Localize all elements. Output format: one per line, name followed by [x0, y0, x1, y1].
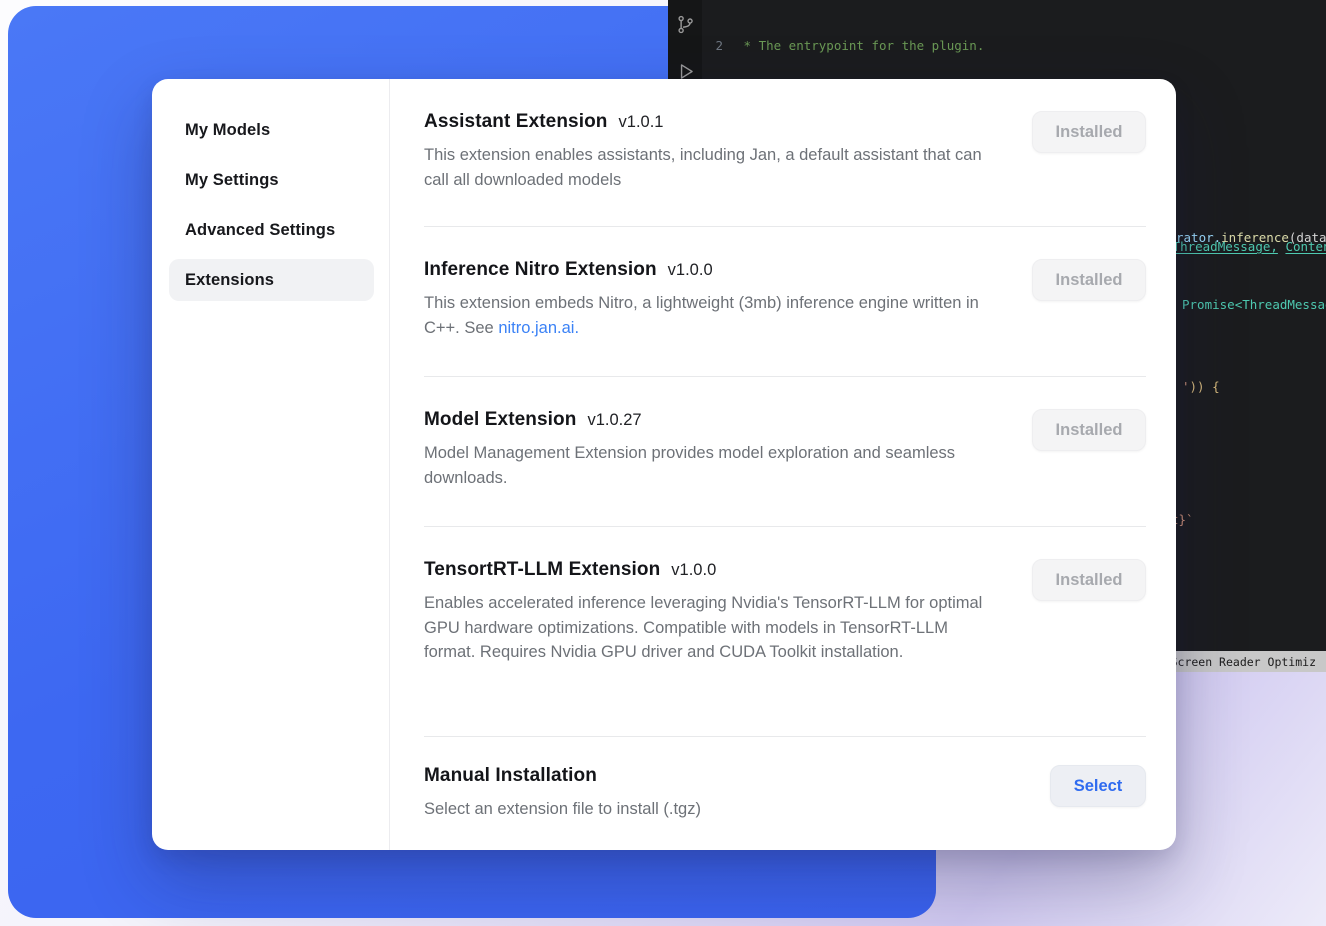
extension-row-model: Model Extension v1.0.27 Model Management… — [424, 377, 1146, 527]
extensions-list: Assistant Extension v1.0.1 This extensio… — [390, 79, 1176, 850]
extension-title-row: Manual Installation — [424, 765, 1146, 787]
sidebar-item-my-models[interactable]: My Models — [169, 109, 374, 151]
extension-name: Model Extension — [424, 409, 576, 431]
extension-name: Inference Nitro Extension — [424, 259, 657, 281]
installed-button[interactable]: Installed — [1032, 111, 1146, 153]
extension-row-assistant: Assistant Extension v1.0.1 This extensio… — [424, 79, 1146, 227]
extension-description: This extension enables assistants, inclu… — [424, 143, 999, 192]
settings-sidebar: My Models My Settings Advanced Settings … — [152, 79, 390, 850]
extension-version: v1.0.27 — [587, 411, 641, 430]
source-control-icon[interactable] — [675, 14, 696, 35]
desktop-background: 2 * The entrypoint for the plugin. 3 */ … — [0, 0, 1326, 926]
extension-version: v1.0.1 — [619, 113, 664, 132]
code-fragment: ')) { — [1182, 379, 1220, 394]
extension-description: This extension embeds Nitro, a lightweig… — [424, 291, 999, 340]
extension-description: Enables accelerated inference leveraging… — [424, 591, 999, 665]
code-fragment: Promise<ThreadMessage> — [1182, 297, 1326, 312]
code-fragment: rator.inference(data)); — [1176, 230, 1326, 245]
manual-installation-row: Manual Installation Select an extension … — [424, 737, 1146, 850]
extension-version: v1.0.0 — [668, 261, 713, 280]
installed-button[interactable]: Installed — [1032, 409, 1146, 451]
extension-description: Model Management Extension provides mode… — [424, 441, 999, 490]
manual-installation-description: Select an extension file to install (.tg… — [424, 797, 999, 822]
installed-button[interactable]: Installed — [1032, 259, 1146, 301]
extension-row-tensorrt-llm: TensortRT-LLM Extension v1.0.0 Enables a… — [424, 527, 1146, 737]
manual-installation-title: Manual Installation — [424, 765, 597, 787]
sidebar-item-my-settings[interactable]: My Settings — [169, 159, 374, 201]
sidebar-item-advanced-settings[interactable]: Advanced Settings — [169, 209, 374, 251]
extension-version: v1.0.0 — [671, 561, 716, 580]
extension-name: Assistant Extension — [424, 111, 608, 133]
extension-row-inference-nitro: Inference Nitro Extension v1.0.0 This ex… — [424, 227, 1146, 377]
code-line: 2 * The entrypoint for the plugin. — [702, 38, 1326, 55]
sidebar-item-extensions[interactable]: Extensions — [169, 259, 374, 301]
settings-modal: My Models My Settings Advanced Settings … — [152, 79, 1176, 850]
select-file-button[interactable]: Select — [1050, 765, 1146, 807]
nitro-jan-ai-link[interactable]: nitro.jan.ai. — [498, 319, 579, 337]
extension-name: TensortRT-LLM Extension — [424, 559, 660, 581]
installed-button[interactable]: Installed — [1032, 559, 1146, 601]
screen-reader-optimized-status[interactable]: Screen Reader Optimiz — [1163, 651, 1326, 672]
